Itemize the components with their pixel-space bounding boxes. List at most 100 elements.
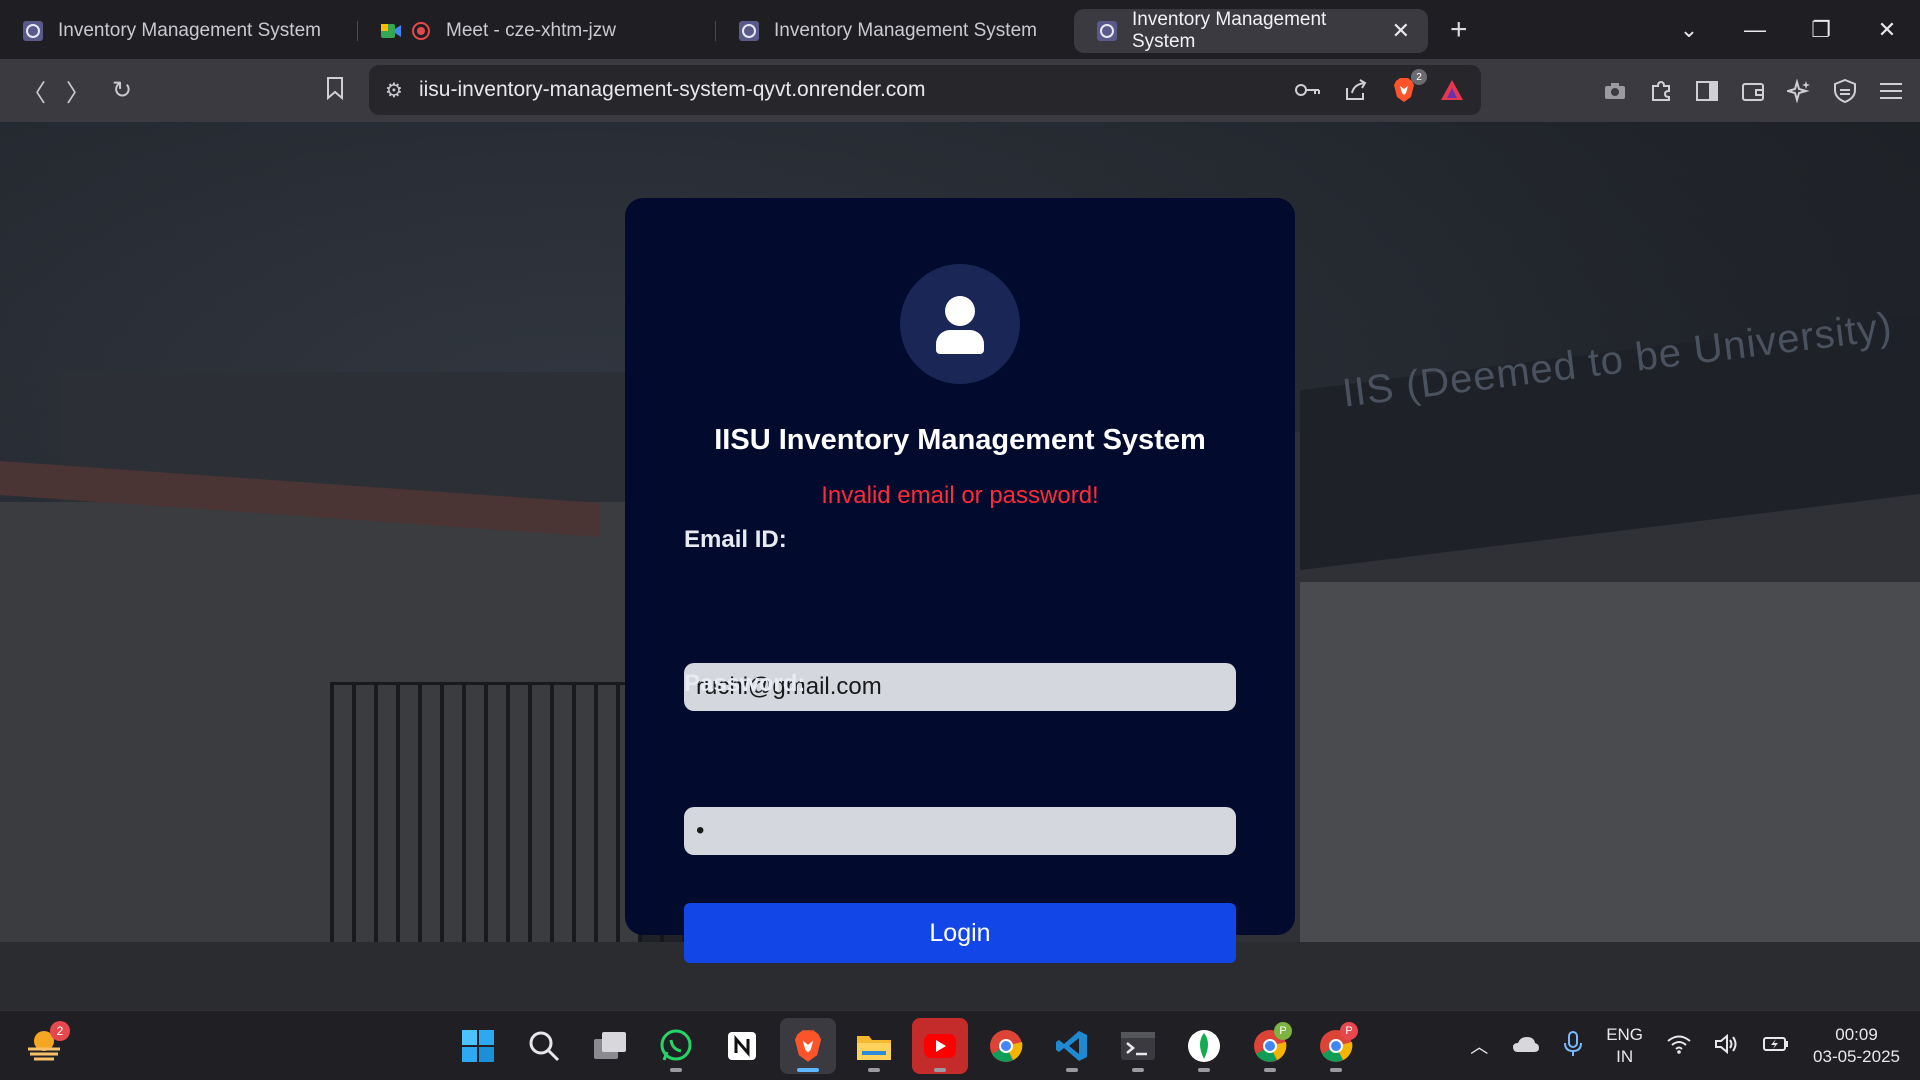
tab-search-chevron-icon[interactable]: ⌄ xyxy=(1656,17,1722,43)
active-indicator xyxy=(797,1068,819,1072)
clock-time: 00:09 xyxy=(1835,1025,1878,1044)
weather-notification-badge: 2 xyxy=(50,1021,70,1041)
brave-browser-icon xyxy=(794,1030,822,1062)
taskbar-chrome-profile-1[interactable]: P xyxy=(1242,1018,1298,1074)
menu-hamburger-icon[interactable] xyxy=(1878,78,1904,104)
system-tray: ︿ ENG IN 00:09 03-05-2025 xyxy=(1470,1011,1900,1080)
address-bar[interactable]: ⚙ iisu-inventory-management-system-qyvt.… xyxy=(369,65,1481,115)
recording-icon xyxy=(412,21,430,40)
restore-button[interactable]: ❐ xyxy=(1788,17,1854,43)
site-settings-icon[interactable]: ⚙ xyxy=(385,78,403,103)
brave-rewards-icon[interactable] xyxy=(1439,77,1465,103)
running-indicator xyxy=(670,1068,682,1072)
forward-button[interactable]: 〉 xyxy=(56,73,100,108)
address-bar-actions: 2 xyxy=(1295,65,1465,115)
browser-toolbar: 〈 〉 ↻ ⚙ iisu-inventory-management-system… xyxy=(0,59,1920,122)
taskbar-mongodb-compass[interactable] xyxy=(1176,1018,1232,1074)
task-view-button[interactable] xyxy=(582,1018,638,1074)
mongodb-leaf-icon xyxy=(1188,1030,1220,1062)
terminal-icon xyxy=(1121,1032,1155,1060)
running-indicator xyxy=(1330,1068,1342,1072)
start-button[interactable] xyxy=(450,1018,506,1074)
bookmark-icon[interactable] xyxy=(322,75,348,101)
taskbar-notion[interactable] xyxy=(714,1018,770,1074)
shield-count-badge: 2 xyxy=(1411,69,1427,85)
running-indicator xyxy=(1132,1068,1144,1072)
tab-title: Inventory Management System xyxy=(58,19,321,41)
password-key-icon[interactable] xyxy=(1295,77,1321,103)
taskbar-youtube[interactable] xyxy=(912,1018,968,1074)
tab-meet[interactable]: Meet - cze-xhtm-jzw xyxy=(358,9,716,53)
app-favicon-icon xyxy=(1097,20,1117,41)
screenshot-camera-icon[interactable] xyxy=(1602,78,1628,104)
taskbar-search-button[interactable] xyxy=(516,1018,572,1074)
running-indicator xyxy=(1264,1068,1276,1072)
running-indicator xyxy=(1066,1068,1078,1072)
battery-charging-icon[interactable] xyxy=(1763,1036,1789,1057)
user-avatar-icon xyxy=(900,264,1020,384)
taskbar-vscode[interactable] xyxy=(1044,1018,1100,1074)
taskbar-brave[interactable] xyxy=(780,1018,836,1074)
system-clock[interactable]: 00:09 03-05-2025 xyxy=(1813,1024,1900,1068)
running-indicator xyxy=(934,1068,946,1072)
onedrive-cloud-icon[interactable] xyxy=(1512,1035,1540,1058)
avatar-body xyxy=(936,330,984,354)
windows-logo-icon xyxy=(462,1030,494,1062)
new-tab-button[interactable]: + xyxy=(1450,13,1468,47)
tab-title: Inventory Management System xyxy=(1132,8,1327,52)
tab-inventory-active[interactable]: Inventory Management System ✕ xyxy=(1074,8,1428,53)
microphone-icon[interactable] xyxy=(1564,1030,1583,1062)
email-label: Email ID: xyxy=(684,526,787,553)
task-view-icon xyxy=(594,1032,626,1059)
page-content: IIS (Deemed to be University) IISU Inven… xyxy=(0,122,1920,1010)
sidebar-toggle-icon[interactable] xyxy=(1694,78,1720,104)
region-code: IN xyxy=(1616,1047,1634,1066)
leo-ai-sparkle-icon[interactable] xyxy=(1786,78,1812,104)
taskbar-file-explorer[interactable] xyxy=(846,1018,902,1074)
weather-widget[interactable]: 2 xyxy=(26,1021,70,1063)
chrome-icon xyxy=(990,1030,1023,1062)
tab-title: Meet - cze-xhtm-jzw xyxy=(446,19,616,41)
running-indicator xyxy=(868,1068,880,1072)
login-title: IISU Inventory Management System xyxy=(714,424,1206,456)
search-icon xyxy=(529,1031,560,1062)
youtube-icon xyxy=(924,1034,956,1058)
vpn-shield-icon[interactable] xyxy=(1832,78,1858,104)
volume-icon[interactable] xyxy=(1715,1033,1739,1059)
reload-button[interactable]: ↻ xyxy=(100,76,144,105)
language-indicator[interactable]: ENG IN xyxy=(1606,1024,1643,1068)
extension-area xyxy=(1602,59,1904,122)
app-favicon-icon xyxy=(23,20,43,41)
password-input[interactable] xyxy=(684,807,1236,855)
window-controls: ⌄ — ❐ ✕ xyxy=(1656,0,1920,59)
url-text[interactable]: iisu-inventory-management-system-qyvt.on… xyxy=(419,78,926,102)
taskbar-chrome[interactable] xyxy=(978,1018,1034,1074)
avatar-head xyxy=(945,296,975,326)
windows-taskbar: 2 P P ︿ ENG IN 00:09 03-05-2025 xyxy=(0,1010,1920,1080)
wifi-icon[interactable] xyxy=(1667,1034,1691,1059)
tab-title: Inventory Management System xyxy=(774,19,1037,41)
profile-badge: P xyxy=(1340,1022,1358,1040)
tab-strip: Inventory Management System Meet - cze-x… xyxy=(0,0,1920,59)
taskbar-whatsapp[interactable] xyxy=(648,1018,704,1074)
language-code: ENG xyxy=(1606,1025,1644,1044)
login-button[interactable]: Login xyxy=(684,903,1236,963)
clock-date: 03-05-2025 xyxy=(1813,1047,1900,1066)
close-tab-icon[interactable]: ✕ xyxy=(1392,18,1410,44)
taskbar-apps: P P xyxy=(450,1011,1364,1080)
close-window-button[interactable]: ✕ xyxy=(1854,17,1920,43)
wallet-icon[interactable] xyxy=(1740,78,1766,104)
taskbar-terminal[interactable] xyxy=(1110,1018,1166,1074)
tab-inventory-2[interactable]: Inventory Management System xyxy=(716,9,1074,53)
notion-icon xyxy=(728,1032,756,1060)
extensions-puzzle-icon[interactable] xyxy=(1648,78,1674,104)
share-icon[interactable] xyxy=(1343,77,1369,103)
taskbar-chrome-profile-2[interactable]: P xyxy=(1308,1018,1364,1074)
show-hidden-icons-chevron-icon[interactable]: ︿ xyxy=(1470,1033,1488,1059)
back-button[interactable]: 〈 xyxy=(12,73,56,108)
password-label: Password: xyxy=(684,670,806,697)
google-meet-icon xyxy=(381,23,401,38)
tab-inventory-1[interactable]: Inventory Management System xyxy=(0,9,358,53)
brave-shield-icon[interactable]: 2 xyxy=(1391,69,1427,103)
minimize-button[interactable]: — xyxy=(1722,17,1788,43)
